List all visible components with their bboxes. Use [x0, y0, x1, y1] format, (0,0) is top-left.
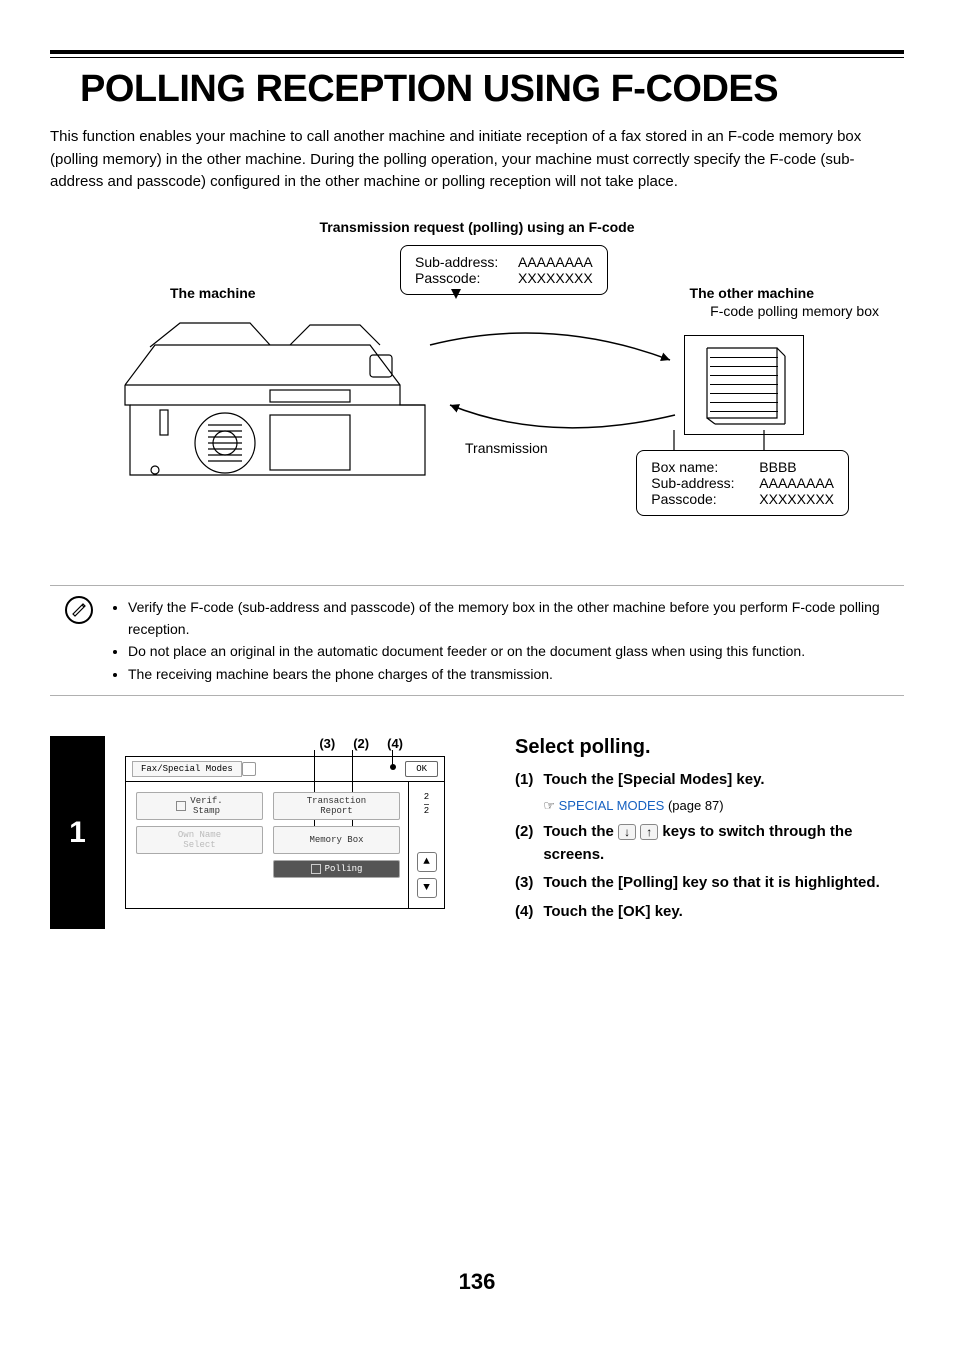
step-item: (3) Touch the [Polling] key so that it i… [515, 872, 904, 895]
receipt-boxname-val: BBBB [759, 459, 796, 475]
step-item: (2) Touch the ↓ ↑ keys to switch through… [515, 821, 904, 866]
page-number: 136 [50, 1269, 904, 1295]
step-item: (1) Touch the [Special Modes] key. ☞ SPE… [515, 769, 904, 815]
other-machine-sublabel: F-code polling memory box [710, 303, 879, 319]
step-heading: Select polling. [515, 736, 904, 759]
page-title: POLLING RECEPTION USING F-CODES [80, 68, 904, 111]
up-arrow-icon: ↑ [640, 824, 658, 840]
screen-tab[interactable]: Fax/Special Modes [132, 761, 242, 777]
ok-button[interactable]: OK [405, 761, 438, 777]
memory-box-illustration [684, 335, 804, 435]
own-name-select-button[interactable]: Own Name Select [136, 826, 263, 854]
receipt-passcode-val: XXXXXXXX [759, 491, 834, 507]
mfp-illustration [120, 305, 440, 495]
verif-stamp-button[interactable]: Verif. Stamp [136, 792, 263, 820]
step-row: 1 (3) (2) (4) Fax/Special Modes [50, 736, 904, 929]
speech-passcode-val: XXXXXXXX [518, 270, 593, 286]
step-item: (4) Touch the [OK] key. [515, 901, 904, 924]
speech-subaddr-val: AAAAAAAA [518, 254, 593, 270]
memory-box-outline [685, 336, 805, 436]
step-instructions: Select polling. (1) Touch the [Special M… [505, 736, 904, 929]
machine-label: The machine [170, 285, 256, 301]
polling-icon [311, 864, 321, 874]
note-item: The receiving machine bears the phone ch… [128, 663, 904, 685]
special-modes-link[interactable]: SPECIAL MODES [559, 798, 665, 813]
stamp-icon [176, 801, 186, 811]
note-item: Do not place an original in the automati… [128, 640, 904, 662]
mode-toggle-icon[interactable] [242, 762, 256, 776]
speech-bubble: Sub-address: AAAAAAAA Passcode: XXXXXXXX [400, 245, 608, 295]
scroll-up-button[interactable]: ▲ [417, 852, 437, 872]
callout-2: (2) [353, 736, 369, 751]
intro-paragraph: This function enables your machine to ca… [50, 126, 904, 194]
receipt-boxname-key: Box name: [651, 459, 751, 475]
step-number: 1 [50, 736, 105, 929]
note-list: Verify the F-code (sub-address and passc… [108, 596, 904, 686]
down-arrow-icon: ↓ [618, 824, 636, 840]
rule-top-thin [50, 57, 904, 58]
polling-button[interactable]: Polling [273, 860, 400, 878]
receipt-subaddr-key: Sub-address: [651, 475, 751, 491]
callout-4: (4) [387, 736, 403, 751]
touchscreen-mockup: Fax/Special Modes OK Verif. Stamp Transa… [125, 756, 445, 909]
step-screenshot-panel: (3) (2) (4) Fax/Special Modes [105, 736, 505, 929]
note-item: Verify the F-code (sub-address and passc… [128, 596, 904, 641]
receipt-box: Box name: BBBB Sub-address: AAAAAAAA Passc… [636, 450, 849, 516]
diagram-caption: Transmission request (polling) using an … [50, 219, 904, 235]
rule-top-thick [50, 50, 904, 54]
callout-3: (3) [319, 736, 335, 751]
receipt-passcode-key: Passcode: [651, 491, 751, 507]
note-box: Verify the F-code (sub-address and passc… [50, 585, 904, 697]
speech-passcode-key: Passcode: [415, 270, 510, 286]
receipt-subaddr-val: AAAAAAAA [759, 475, 834, 491]
transmission-label: Transmission [465, 440, 548, 456]
scroll-down-button[interactable]: ▼ [417, 878, 437, 898]
page-body: POLLING RECEPTION USING F-CODES This fun… [0, 0, 954, 1325]
callout-labels: (3) (2) (4) [319, 736, 403, 751]
speech-subaddr-key: Sub-address: [415, 254, 510, 270]
other-machine-label: The other machine [690, 285, 814, 301]
diagram: The machine The other machine F-code pol… [50, 245, 904, 575]
memory-box-button[interactable]: Memory Box [273, 826, 400, 854]
note-icon [65, 596, 93, 624]
transaction-report-button[interactable]: Transaction Report [273, 792, 400, 820]
page-indicator: 2 2 [424, 792, 429, 817]
